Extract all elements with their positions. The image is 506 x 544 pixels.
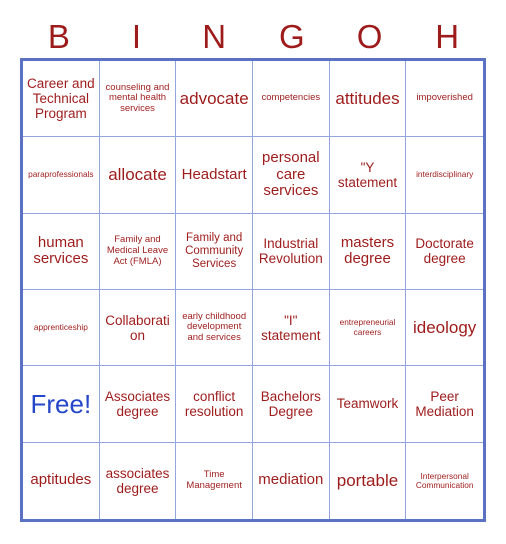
bingo-cell-label: "I" statement <box>261 312 321 343</box>
bingo-cell[interactable]: human services <box>23 213 100 290</box>
bingo-cell[interactable]: apprenticeship <box>23 290 100 367</box>
bingo-cell-label: ideology <box>412 318 477 338</box>
bingo-cell-label: "Y statement <box>337 159 398 190</box>
header-letter-6: H <box>435 17 460 55</box>
bingo-cell-label: portable <box>336 471 399 491</box>
bingo-cell[interactable]: Bachelors Degree <box>252 366 330 443</box>
bingo-cell-label: Headstart <box>181 165 247 183</box>
bingo-cell[interactable]: conflict resolution <box>176 366 253 443</box>
bingo-cell-label: Collaboration <box>105 312 170 343</box>
bingo-cell[interactable]: masters degree <box>329 213 407 290</box>
bingo-cell-label: associates degree <box>105 465 170 496</box>
header-letter-2: I <box>131 17 142 55</box>
bingo-cell[interactable]: Headstart <box>176 137 253 214</box>
bingo-cell-label: conflict resolution <box>184 388 244 419</box>
bingo-cell-label: impoverished <box>416 92 473 104</box>
bingo-cell-label: masters degree <box>340 233 395 268</box>
bingo-cell[interactable]: ideology <box>406 290 483 367</box>
bingo-cell[interactable]: "I" statement <box>252 290 330 367</box>
bingo-cell-label: Peer Mediation <box>415 388 474 419</box>
bingo-cell[interactable]: aptitudes <box>23 442 100 519</box>
bingo-cell[interactable]: personal care services <box>252 137 330 214</box>
bingo-cell[interactable]: counseling and mental health services <box>99 61 177 138</box>
bingo-cell[interactable]: interdisciplinary <box>406 137 483 214</box>
bingo-cell[interactable]: Time Management <box>176 442 253 519</box>
bingo-cell-label: early childhood development and services <box>182 310 247 343</box>
bingo-cell[interactable]: Family and Medical Leave Act (FMLA) <box>99 213 177 290</box>
bingo-cell[interactable]: Teamwork <box>329 366 407 443</box>
bingo-card: B I N G O H Career and Technical Program… <box>0 0 506 544</box>
bingo-cell-label: human services <box>33 233 89 268</box>
bingo-grid: Career and Technical Program counseling a… <box>20 58 486 522</box>
bingo-cell-label: personal care services <box>262 148 320 200</box>
bingo-cell[interactable]: Associates degree <box>99 366 177 443</box>
bingo-cell-label: entrepreneurial careers <box>339 317 396 337</box>
bingo-cell[interactable]: Career and Technical Program <box>23 61 100 138</box>
bingo-cell-label: aptitudes <box>30 471 92 489</box>
bingo-cell-label: interdisciplinary <box>416 169 474 180</box>
bingo-header: B I N G O H <box>20 14 486 58</box>
bingo-cell[interactable]: Industrial Revolution <box>252 213 330 290</box>
bingo-cell-label: Family and Medical Leave Act (FMLA) <box>106 234 169 267</box>
bingo-cell[interactable]: Collaboration <box>99 290 177 367</box>
bingo-cell-label: Career and Technical Program <box>27 76 95 122</box>
bingo-cell-label: Family and Community Services <box>185 232 244 270</box>
bingo-cell[interactable]: mediation <box>253 442 330 519</box>
bingo-cell-label: allocate <box>108 165 167 185</box>
bingo-cell-label: apprenticeship <box>33 322 88 333</box>
bingo-cell-label: Industrial Revolution <box>258 236 323 267</box>
bingo-cell[interactable]: competencies <box>252 61 330 138</box>
bingo-cell[interactable]: portable <box>330 442 407 519</box>
bingo-free-space[interactable]: Free! <box>23 366 100 443</box>
bingo-cell[interactable]: Peer Mediation <box>406 366 483 443</box>
bingo-cell-label: counseling and mental health services <box>105 81 170 114</box>
header-letter-1: B <box>47 17 70 55</box>
bingo-cell[interactable]: impoverished <box>406 61 483 138</box>
bingo-cell-label: paraprofessionals <box>28 169 94 180</box>
bingo-cell[interactable]: associates degree <box>100 442 177 519</box>
bingo-cell[interactable]: advocate <box>176 61 253 138</box>
bingo-cell[interactable]: Family and Community Services <box>176 213 253 290</box>
bingo-cell[interactable]: attitudes <box>329 61 407 138</box>
header-letter-5: O <box>356 17 383 55</box>
bingo-cell[interactable]: Doctorate degree <box>406 214 483 290</box>
bingo-cell[interactable]: paraprofessionals <box>23 137 100 214</box>
bingo-cell-label: attitudes <box>335 89 400 109</box>
bingo-cell-label: Interpersonal Communication <box>415 470 474 490</box>
bingo-cell-label: competencies <box>261 92 321 104</box>
bingo-cell[interactable]: allocate <box>99 137 177 214</box>
bingo-cell[interactable]: Interpersonal Communication <box>406 443 483 519</box>
header-letter-3: N <box>202 17 227 55</box>
bingo-cell[interactable]: entrepreneurial careers <box>329 290 407 367</box>
bingo-cell-label: Associates degree <box>104 388 171 419</box>
bingo-cell-label: advocate <box>179 89 249 109</box>
header-letter-4: G <box>279 17 305 55</box>
bingo-cell-label: Doctorate degree <box>415 236 474 267</box>
bingo-cell-label: Teamwork <box>336 396 399 412</box>
bingo-cell-label: Bachelors Degree <box>260 388 321 419</box>
bingo-cell[interactable]: early childhood development and services <box>176 290 253 367</box>
bingo-cell-label: mediation <box>258 471 324 489</box>
bingo-cell[interactable]: "Y statement <box>329 137 407 214</box>
bingo-cell-label: Free! <box>30 388 92 419</box>
bingo-cell-label: Time Management <box>186 469 242 491</box>
